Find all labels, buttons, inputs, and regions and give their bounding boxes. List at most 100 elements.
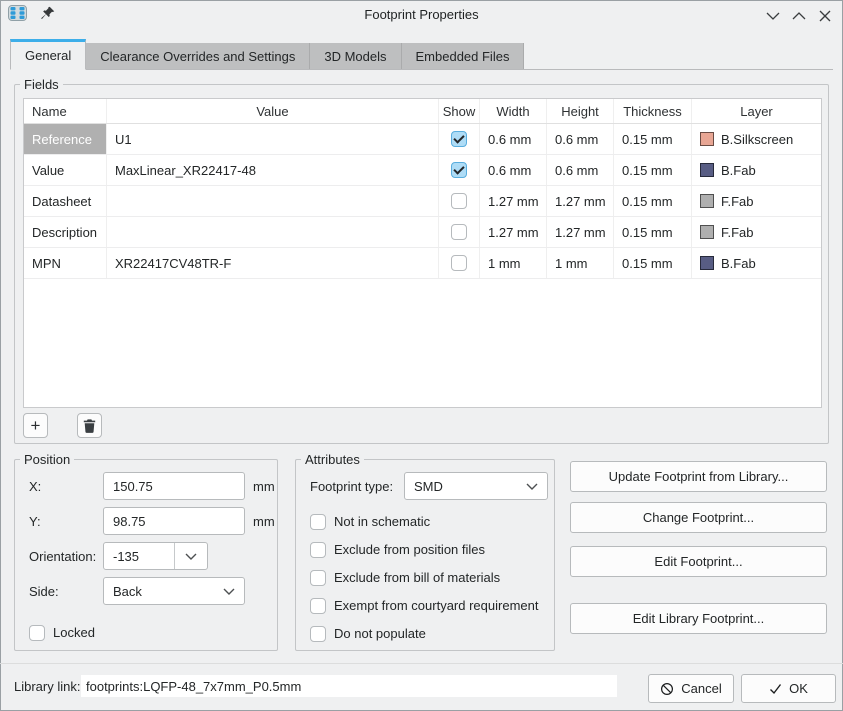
fields-table-header: Name Value Show Width Height Thickness L…: [24, 99, 821, 124]
field-value-cell[interactable]: [107, 186, 439, 216]
side-dropdown[interactable]: Back: [103, 577, 245, 605]
change-footprint-button[interactable]: Change Footprint...: [570, 502, 827, 533]
column-header-name: Name: [24, 99, 107, 123]
field-height-cell[interactable]: 0.6 mm: [547, 124, 614, 154]
field-width-cell[interactable]: 1 mm: [480, 248, 547, 278]
field-width-cell[interactable]: 0.6 mm: [480, 155, 547, 185]
fields-group: Fields Name Value Show Width Height Thic…: [14, 84, 829, 444]
field-height-cell[interactable]: 1 mm: [547, 248, 614, 278]
field-height-cell[interactable]: 0.6 mm: [547, 155, 614, 185]
chevron-down-icon: [223, 588, 235, 595]
orientation-input[interactable]: [104, 549, 174, 564]
footer: Library link: footprints:LQFP-48_7x7mm_P…: [0, 664, 843, 710]
do-not-populate-checkbox[interactable]: [310, 626, 326, 642]
table-row-mpn: MPN XR22417CV48TR-F 1 mm 1 mm 0.15 mm B.…: [24, 248, 821, 279]
not-in-schematic-checkbox[interactable]: [310, 514, 326, 530]
titlebar: Footprint Properties: [0, 0, 843, 30]
layer-name: B.Fab: [721, 256, 756, 271]
edit-footprint-button[interactable]: Edit Footprint...: [570, 546, 827, 577]
field-value-cell[interactable]: MaxLinear_XR22417-48: [107, 155, 439, 185]
exempt-courtyard-checkbox[interactable]: [310, 598, 326, 614]
show-checkbox[interactable]: [451, 224, 467, 240]
field-layer-cell[interactable]: B.Silkscreen: [692, 124, 821, 154]
locked-label: Locked: [53, 625, 95, 640]
layer-name: F.Fab: [721, 194, 754, 209]
field-value-cell[interactable]: [107, 217, 439, 247]
window-title: Footprint Properties: [0, 7, 843, 22]
column-header-show: Show: [439, 99, 480, 123]
field-layer-cell[interactable]: B.Fab: [692, 155, 821, 185]
field-thickness-cell[interactable]: 0.15 mm: [614, 155, 692, 185]
field-layer-cell[interactable]: F.Fab: [692, 217, 821, 247]
tab-3d-models[interactable]: 3D Models: [310, 43, 401, 69]
field-thickness-cell[interactable]: 0.15 mm: [614, 124, 692, 154]
library-link-value: footprints:LQFP-48_7x7mm_P0.5mm: [81, 675, 617, 697]
field-width-cell[interactable]: 1.27 mm: [480, 217, 547, 247]
field-name-cell[interactable]: MPN: [24, 248, 107, 278]
add-field-button[interactable]: +: [23, 413, 48, 438]
field-width-cell[interactable]: 1.27 mm: [480, 186, 547, 216]
field-height-cell[interactable]: 1.27 mm: [547, 217, 614, 247]
y-label: Y:: [29, 514, 103, 529]
exclude-position-files-label: Exclude from position files: [334, 542, 485, 557]
tab-clearance-overrides[interactable]: Clearance Overrides and Settings: [86, 43, 310, 69]
show-checkbox[interactable]: [451, 193, 467, 209]
field-name-cell[interactable]: Description: [24, 217, 107, 247]
show-checkbox[interactable]: [451, 255, 467, 271]
field-name-cell[interactable]: Datasheet: [24, 186, 107, 216]
not-in-schematic-label: Not in schematic: [334, 514, 430, 529]
ok-label: OK: [789, 681, 808, 696]
layer-color-swatch: [700, 194, 714, 208]
update-footprint-from-library-button[interactable]: Update Footprint from Library...: [570, 461, 827, 492]
field-height-cell[interactable]: 1.27 mm: [547, 186, 614, 216]
table-row-value: Value MaxLinear_XR22417-48 0.6 mm 0.6 mm…: [24, 155, 821, 186]
column-header-height: Height: [547, 99, 614, 123]
tab-embedded-files[interactable]: Embedded Files: [402, 43, 525, 69]
field-thickness-cell[interactable]: 0.15 mm: [614, 217, 692, 247]
edit-library-footprint-button[interactable]: Edit Library Footprint...: [570, 603, 827, 634]
exclude-position-files-checkbox[interactable]: [310, 542, 326, 558]
footprint-type-dropdown[interactable]: SMD: [404, 472, 548, 500]
attributes-group-label: Attributes: [301, 451, 364, 468]
exclude-bom-checkbox[interactable]: [310, 570, 326, 586]
footprint-type-value: SMD: [414, 479, 443, 494]
field-width-cell[interactable]: 0.6 mm: [480, 124, 547, 154]
field-thickness-cell[interactable]: 0.15 mm: [614, 186, 692, 216]
tab-bar: General Clearance Overrides and Settings…: [10, 39, 833, 70]
field-thickness-cell[interactable]: 0.15 mm: [614, 248, 692, 278]
show-checkbox[interactable]: [451, 131, 467, 147]
field-value-cell[interactable]: U1: [107, 124, 439, 154]
show-checkbox[interactable]: [451, 162, 467, 178]
chevron-down-icon[interactable]: [175, 553, 207, 560]
column-header-width: Width: [480, 99, 547, 123]
cancel-label: Cancel: [681, 681, 721, 696]
window-close-button[interactable]: [817, 8, 833, 24]
delete-field-button[interactable]: [77, 413, 102, 438]
cancel-button[interactable]: Cancel: [648, 674, 734, 703]
layer-color-swatch: [700, 225, 714, 239]
field-layer-cell[interactable]: B.Fab: [692, 248, 821, 278]
locked-checkbox[interactable]: [29, 625, 45, 641]
tab-general[interactable]: General: [10, 39, 86, 70]
ok-button[interactable]: OK: [741, 674, 836, 703]
x-input[interactable]: [103, 472, 245, 500]
window-maximize-button[interactable]: [791, 8, 807, 24]
do-not-populate-label: Do not populate: [334, 626, 426, 641]
cancel-icon: [660, 682, 674, 696]
library-link-label: Library link:: [14, 679, 80, 694]
layer-color-swatch: [700, 256, 714, 270]
field-name-cell[interactable]: Value: [24, 155, 107, 185]
field-layer-cell[interactable]: F.Fab: [692, 186, 821, 216]
fields-group-label: Fields: [20, 76, 63, 93]
window-shade-button[interactable]: [765, 8, 781, 24]
side-value: Back: [113, 584, 142, 599]
field-name-cell[interactable]: Reference: [24, 124, 107, 154]
y-input[interactable]: [103, 507, 245, 535]
library-actions: Update Footprint from Library... Change …: [570, 456, 827, 656]
chevron-down-icon: [526, 483, 538, 490]
y-unit: mm: [253, 514, 275, 529]
field-show-cell: [439, 155, 480, 185]
orientation-combobox[interactable]: [103, 542, 208, 570]
footprint-type-label: Footprint type:: [310, 479, 404, 494]
field-value-cell[interactable]: XR22417CV48TR-F: [107, 248, 439, 278]
